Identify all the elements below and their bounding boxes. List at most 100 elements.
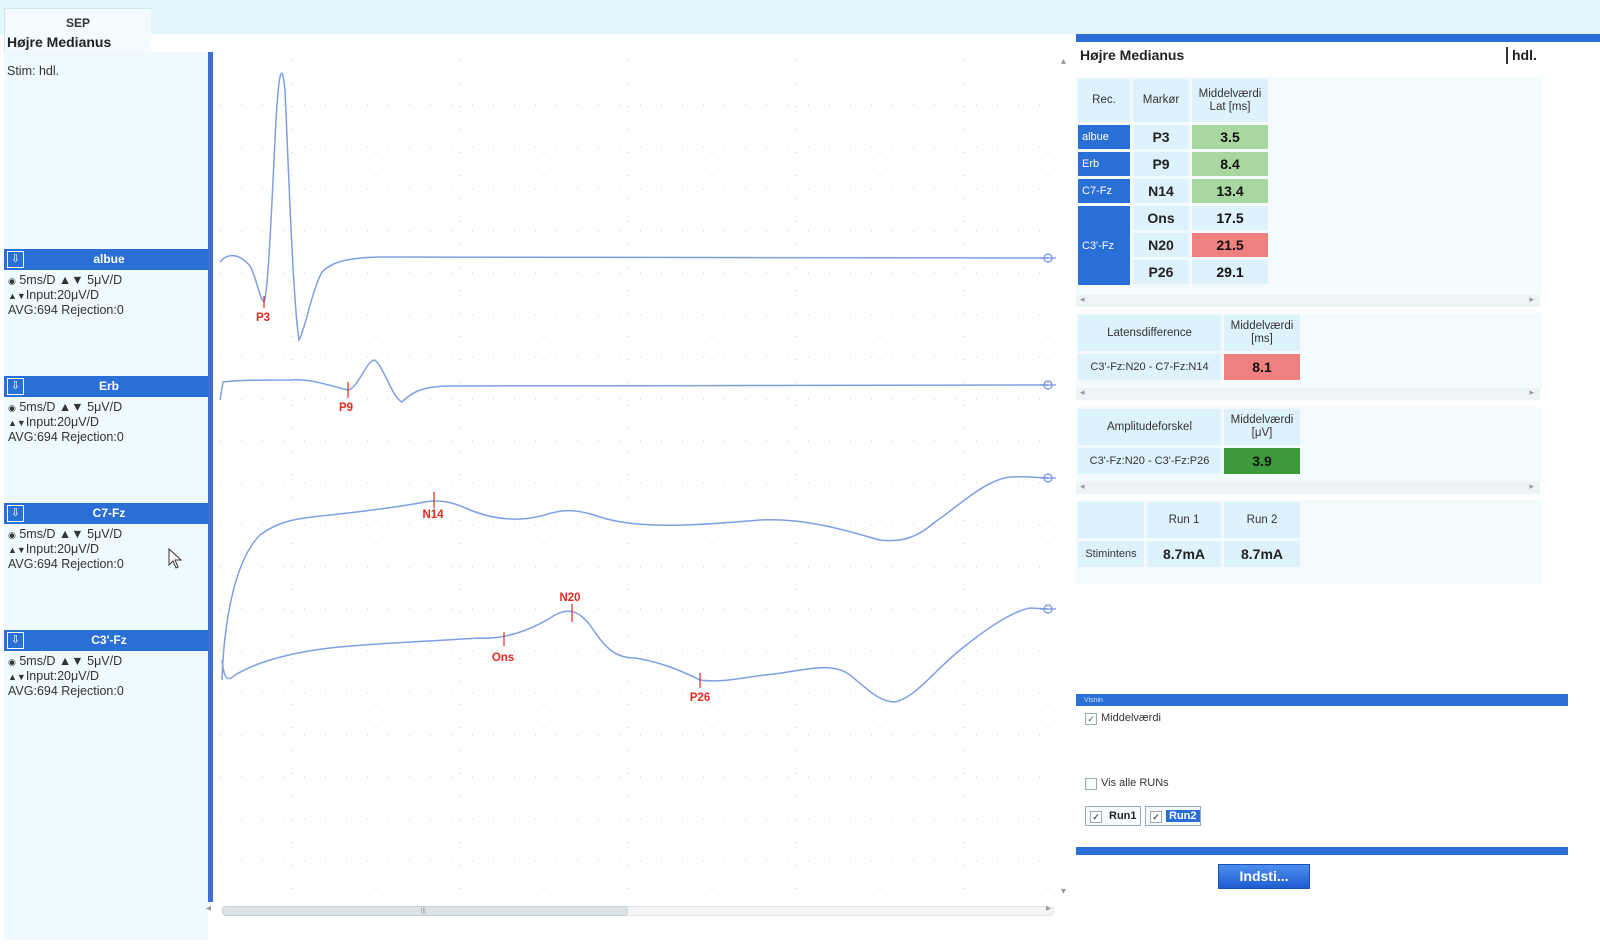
channel-header[interactable]: ⇩ Erb: [4, 376, 208, 397]
stimintens-label: Stimintens: [1078, 541, 1144, 567]
run2-checkbox[interactable]: ✓: [1150, 811, 1162, 823]
marker-label-p9[interactable]: P9: [339, 402, 353, 414]
horizontal-scrollbar[interactable]: ◂ ||| ▸: [206, 902, 1056, 916]
trace-albue: [219, 72, 1049, 343]
traces: [219, 72, 1049, 703]
channel-input[interactable]: ▲▼Input:20μV/D: [8, 288, 99, 302]
channel-avg: AVG:694 Rejection:0: [8, 430, 124, 444]
marker-cell: P9: [1133, 152, 1189, 176]
eye-icon: ◉: [8, 657, 16, 667]
input-text: Input:20μV/D: [25, 415, 100, 429]
marker-cell: P3: [1133, 125, 1189, 149]
scroll-left-icon[interactable]: ◂: [206, 903, 211, 914]
results-title: Højre Medianus: [1080, 47, 1185, 63]
channel-c3-fz: ⇩ C3'-Fz ◉ 5ms/D ▲▼ 5μV/D ▲▼Input:20μV/D…: [4, 630, 208, 710]
scale-text: 5ms/D ▲▼ 5μV/D: [19, 654, 123, 668]
scale-text: 5ms/D ▲▼ 5μV/D: [19, 273, 123, 287]
run1-stimintens: 8.7mA: [1147, 541, 1221, 567]
test-title: Højre Medianus: [7, 34, 112, 50]
channel-name: C7-Fz: [92, 506, 126, 520]
tab-title: SEP: [65, 16, 90, 30]
run1-toggle[interactable]: ✓ Run1: [1085, 806, 1141, 826]
channel-name: C3'-Fz: [91, 633, 127, 647]
run1-checkbox[interactable]: ✓: [1090, 811, 1102, 823]
channel-header[interactable]: ⇩ C3'-Fz: [4, 630, 208, 651]
trace-erb: [219, 359, 1049, 403]
scroll-right-icon[interactable]: ▸: [1046, 903, 1051, 914]
scrollbar-thumb[interactable]: |||: [222, 906, 628, 916]
show-all-runs-checkbox[interactable]: [1085, 778, 1097, 790]
header-marker: Markør: [1133, 79, 1189, 122]
scroll-right-icon[interactable]: ▸: [1529, 387, 1534, 398]
channel-name: albue: [93, 252, 125, 266]
channel-albue: ⇩ albue ◉ 5ms/D ▲▼ 5μV/D ▲▼Input:20μV/D …: [4, 249, 208, 329]
marker-cell: P26: [1133, 260, 1189, 284]
header-run2: Run 2: [1224, 502, 1300, 538]
marker-label-ons[interactable]: Ons: [492, 652, 514, 664]
marker-cell: N14: [1133, 179, 1189, 203]
latency-value: 21.5: [1192, 233, 1268, 257]
header-run1: Run 1: [1147, 502, 1221, 538]
channel-avg: AVG:694 Rejection:0: [8, 557, 124, 571]
mean-label: Middelværdi: [1101, 712, 1161, 724]
run2-toggle[interactable]: ✓ Run2: [1145, 806, 1201, 826]
marker-label-p3[interactable]: P3: [256, 312, 270, 324]
header-rec: Rec.: [1078, 79, 1130, 122]
channel-header[interactable]: ⇩ C7-Fz: [4, 503, 208, 524]
latency-value: 17.5: [1192, 206, 1268, 230]
table-scrollbar[interactable]: ◂ ▸: [1076, 294, 1540, 307]
channel-scale[interactable]: ◉ 5ms/D ▲▼ 5μV/D: [8, 527, 122, 541]
rec-cell-albue[interactable]: albue: [1078, 125, 1130, 149]
marker-label-p26[interactable]: P26: [690, 692, 710, 704]
channel-header[interactable]: ⇩ albue: [4, 249, 208, 270]
updown-icon: ▲▼: [8, 418, 26, 428]
scale-text: 5ms/D ▲▼ 5μV/D: [19, 400, 123, 414]
channel-erb: ⇩ Erb ◉ 5ms/D ▲▼ 5μV/D ▲▼Input:20μV/D AV…: [4, 376, 208, 456]
runs-table: Run 1 Run 2 Stimintens 8.7mA 8.7mA: [1076, 500, 1542, 584]
amplitude-diff-table: Amplitudeforskel Middelværdi [μV] C3'-Fz…: [1076, 407, 1542, 482]
scroll-left-icon[interactable]: ◂: [1080, 294, 1085, 305]
latency-value: 8.4: [1192, 152, 1268, 176]
rec-cell-c3-fz[interactable]: C3'-Fz: [1078, 206, 1130, 285]
rec-cell-erb[interactable]: Erb: [1078, 152, 1130, 176]
latency-table: Rec. Markør Middelværdi Lat [ms] albue P…: [1076, 77, 1542, 295]
grip-icon: |||: [421, 908, 426, 914]
mean-checkbox[interactable]: ✓: [1085, 713, 1097, 725]
marker-label-n20[interactable]: N20: [559, 592, 580, 604]
channel-input[interactable]: ▲▼Input:20μV/D: [8, 669, 99, 683]
marker-label-n14[interactable]: N14: [422, 509, 444, 521]
show-all-runs-label: Vis alle RUNs: [1101, 777, 1169, 789]
top-band: [0, 0, 1600, 34]
eye-icon: ◉: [8, 530, 16, 540]
trace-end-markers[interactable]: [1040, 253, 1056, 614]
scroll-right-icon[interactable]: ▸: [1529, 481, 1534, 492]
latency-value: 13.4: [1192, 179, 1268, 203]
scale-text: 5ms/D ▲▼ 5μV/D: [19, 527, 123, 541]
rec-cell-c7-fz[interactable]: C7-Fz: [1078, 179, 1130, 203]
table-scrollbar[interactable]: ◂ ▸: [1076, 387, 1540, 400]
channel-scale[interactable]: ◉ 5ms/D ▲▼ 5μV/D: [8, 273, 122, 287]
channel-avg: AVG:694 Rejection:0: [8, 303, 124, 317]
waveform-plot[interactable]: P3 P9 N14 Ons N20 P26: [213, 52, 1061, 902]
trace-c7-fz: [221, 475, 1049, 681]
scroll-up-icon[interactable]: ▴: [1061, 56, 1066, 67]
scroll-left-icon[interactable]: ◂: [1080, 481, 1085, 492]
scroll-left-icon[interactable]: ◂: [1080, 387, 1085, 398]
channel-input[interactable]: ▲▼Input:20μV/D: [8, 542, 99, 556]
options-title: Visnin: [1084, 697, 1103, 704]
channel-scale[interactable]: ◉ 5ms/D ▲▼ 5μV/D: [8, 400, 122, 414]
scroll-down-icon[interactable]: ▾: [1061, 886, 1066, 897]
channel-avg: AVG:694 Rejection:0: [8, 684, 124, 698]
updown-icon: ▲▼: [8, 672, 26, 682]
input-text: Input:20μV/D: [25, 542, 100, 556]
latency-value: 3.5: [1192, 125, 1268, 149]
channel-input[interactable]: ▲▼Input:20μV/D: [8, 415, 99, 429]
table-scrollbar[interactable]: ◂ ▸: [1076, 481, 1540, 494]
run2-stimintens: 8.7mA: [1224, 541, 1300, 567]
scroll-right-icon[interactable]: ▸: [1529, 294, 1534, 305]
settings-button[interactable]: Indsti...: [1218, 864, 1310, 889]
trace-c3-fz: [221, 607, 1049, 703]
amplitude-diff-label: C3'-Fz:N20 - C3'-Fz:P26: [1078, 448, 1221, 474]
channel-scale[interactable]: ◉ 5ms/D ▲▼ 5μV/D: [8, 654, 122, 668]
options-bar: [1076, 694, 1568, 706]
